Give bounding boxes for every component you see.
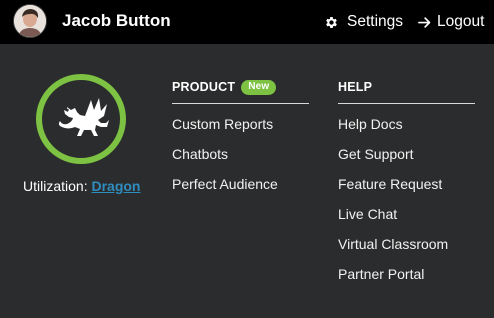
help-heading-row: HELP [338,78,475,96]
menu-item-help-docs[interactable]: Help Docs [338,116,475,146]
menu-item-live-chat[interactable]: Live Chat [338,206,475,236]
utilization: Utilization: Dragon [23,178,140,194]
menu-item-custom-reports[interactable]: Custom Reports [172,116,309,146]
help-column: HELP Help Docs Get Support Feature Reque… [338,78,475,296]
logout-label: Logout [437,13,485,30]
menu-item-feature-request[interactable]: Feature Request [338,176,475,206]
help-menu: Help Docs Get Support Feature Request Li… [338,116,475,296]
product-divider [172,103,309,104]
avatar-photo-icon [14,5,46,37]
new-badge: New [241,79,277,95]
utilization-label: Utilization: [23,178,88,194]
help-heading: HELP [338,80,373,94]
settings-label: Settings [347,13,404,30]
menu-item-partner-portal[interactable]: Partner Portal [338,266,475,296]
product-column: PRODUCT New Custom Reports Chatbots Perf… [172,78,309,206]
settings-button[interactable]: Settings [324,12,403,32]
product-heading-row: PRODUCT New [172,78,309,96]
menu-item-chatbots[interactable]: Chatbots [172,146,309,176]
menu-item-virtual-classroom[interactable]: Virtual Classroom [338,236,475,266]
gear-icon [326,16,337,28]
product-heading: PRODUCT [172,80,236,94]
utilization-plan-link[interactable]: Dragon [91,178,140,194]
help-divider [338,103,475,104]
avatar[interactable] [14,5,46,37]
dragon-icon [58,98,109,136]
logout-button[interactable]: Logout [417,12,484,32]
top-bar: Jacob Button Settings Logout [0,0,494,44]
plan-logo-ring [36,74,126,164]
user-name[interactable]: Jacob Button [62,11,171,31]
product-menu: Custom Reports Chatbots Perfect Audience [172,116,309,206]
menu-item-get-support[interactable]: Get Support [338,146,475,176]
logout-arrow-icon [418,16,431,28]
menu-item-perfect-audience[interactable]: Perfect Audience [172,176,309,206]
